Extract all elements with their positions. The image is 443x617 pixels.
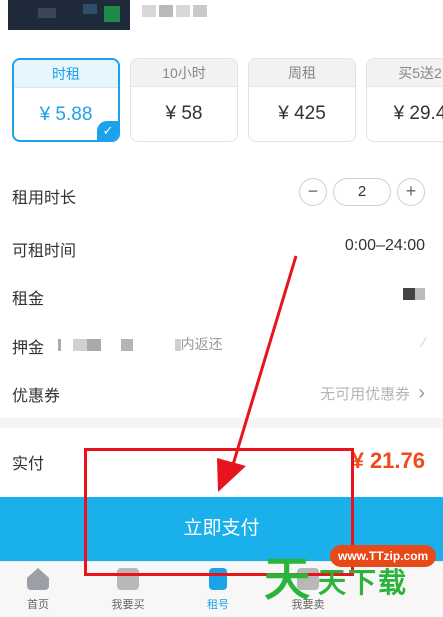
plan-options: 时租 ¥ 5.88 ✓ 10小时 ¥ 58 周租 ¥ 425 买5送2 ¥ 29… (12, 58, 443, 144)
actual-pay-amount: ¥ 21.76 (351, 448, 425, 473)
plan-weekly[interactable]: 周租 ¥ 425 (248, 58, 356, 142)
decrement-button[interactable]: − (299, 178, 327, 206)
rent-label: 租金 (12, 291, 45, 308)
game-thumbnail (8, 0, 130, 30)
watermark-url: www.TTzip.com (330, 545, 437, 567)
rent-time-label: 可租时间 (12, 243, 77, 260)
plan-name: 时租 (14, 60, 118, 88)
watermark-logo: 天 天下载 www.TTzip.com (264, 545, 439, 615)
tab-home[interactable]: 首页 (0, 568, 78, 612)
coupon-value: 无可用优惠券 › (320, 382, 425, 405)
plan-buy5-get2[interactable]: 买5送2 ¥ 29.4 (366, 58, 443, 142)
plan-price: ¥ 29.4 (393, 103, 443, 124)
check-icon: ✓ (97, 121, 118, 140)
deposit-return-text: 内返还 (180, 336, 223, 352)
plan-10-hours[interactable]: 10小时 ¥ 58 (130, 58, 238, 142)
increment-button[interactable]: + (397, 178, 425, 206)
divider (0, 418, 443, 428)
chevron-right-icon: › (418, 382, 425, 404)
plan-name: 买5送2 (367, 59, 443, 87)
header (0, 0, 443, 44)
tab-label: 租号 (207, 599, 229, 611)
duration-label: 租用时长 (12, 190, 77, 207)
annotation-arrow-line (230, 255, 298, 469)
plan-price: ¥ 58 (165, 103, 203, 124)
plan-price: ¥ 425 (278, 103, 326, 124)
rent-time-value: 0:00–24:00 (344, 237, 425, 254)
watermark-text: 天下载 (318, 566, 409, 599)
tab-label: 首页 (27, 599, 49, 611)
rent-value-blurred (403, 285, 425, 303)
actual-pay-label: 实付 (12, 456, 45, 473)
watermark-glyph: 天 (264, 552, 310, 606)
duration-value[interactable]: 2 (333, 178, 391, 206)
plan-name: 周租 (249, 59, 355, 87)
deposit-chevron-icon: ⁄ (422, 334, 425, 350)
game-title-blurred (142, 4, 218, 18)
deposit-value: 内返还 (58, 334, 223, 354)
tab-label: 我要买 (111, 599, 145, 611)
home-icon (27, 568, 49, 590)
coupon-status: 无可用优惠券 (320, 386, 411, 403)
coupon-label: 优惠券 (12, 388, 61, 405)
plan-hourly[interactable]: 时租 ¥ 5.88 ✓ (12, 58, 120, 142)
duration-stepper: − 2 + (299, 178, 425, 206)
plan-name: 10小时 (131, 59, 237, 87)
deposit-label: 押金 (12, 340, 45, 357)
